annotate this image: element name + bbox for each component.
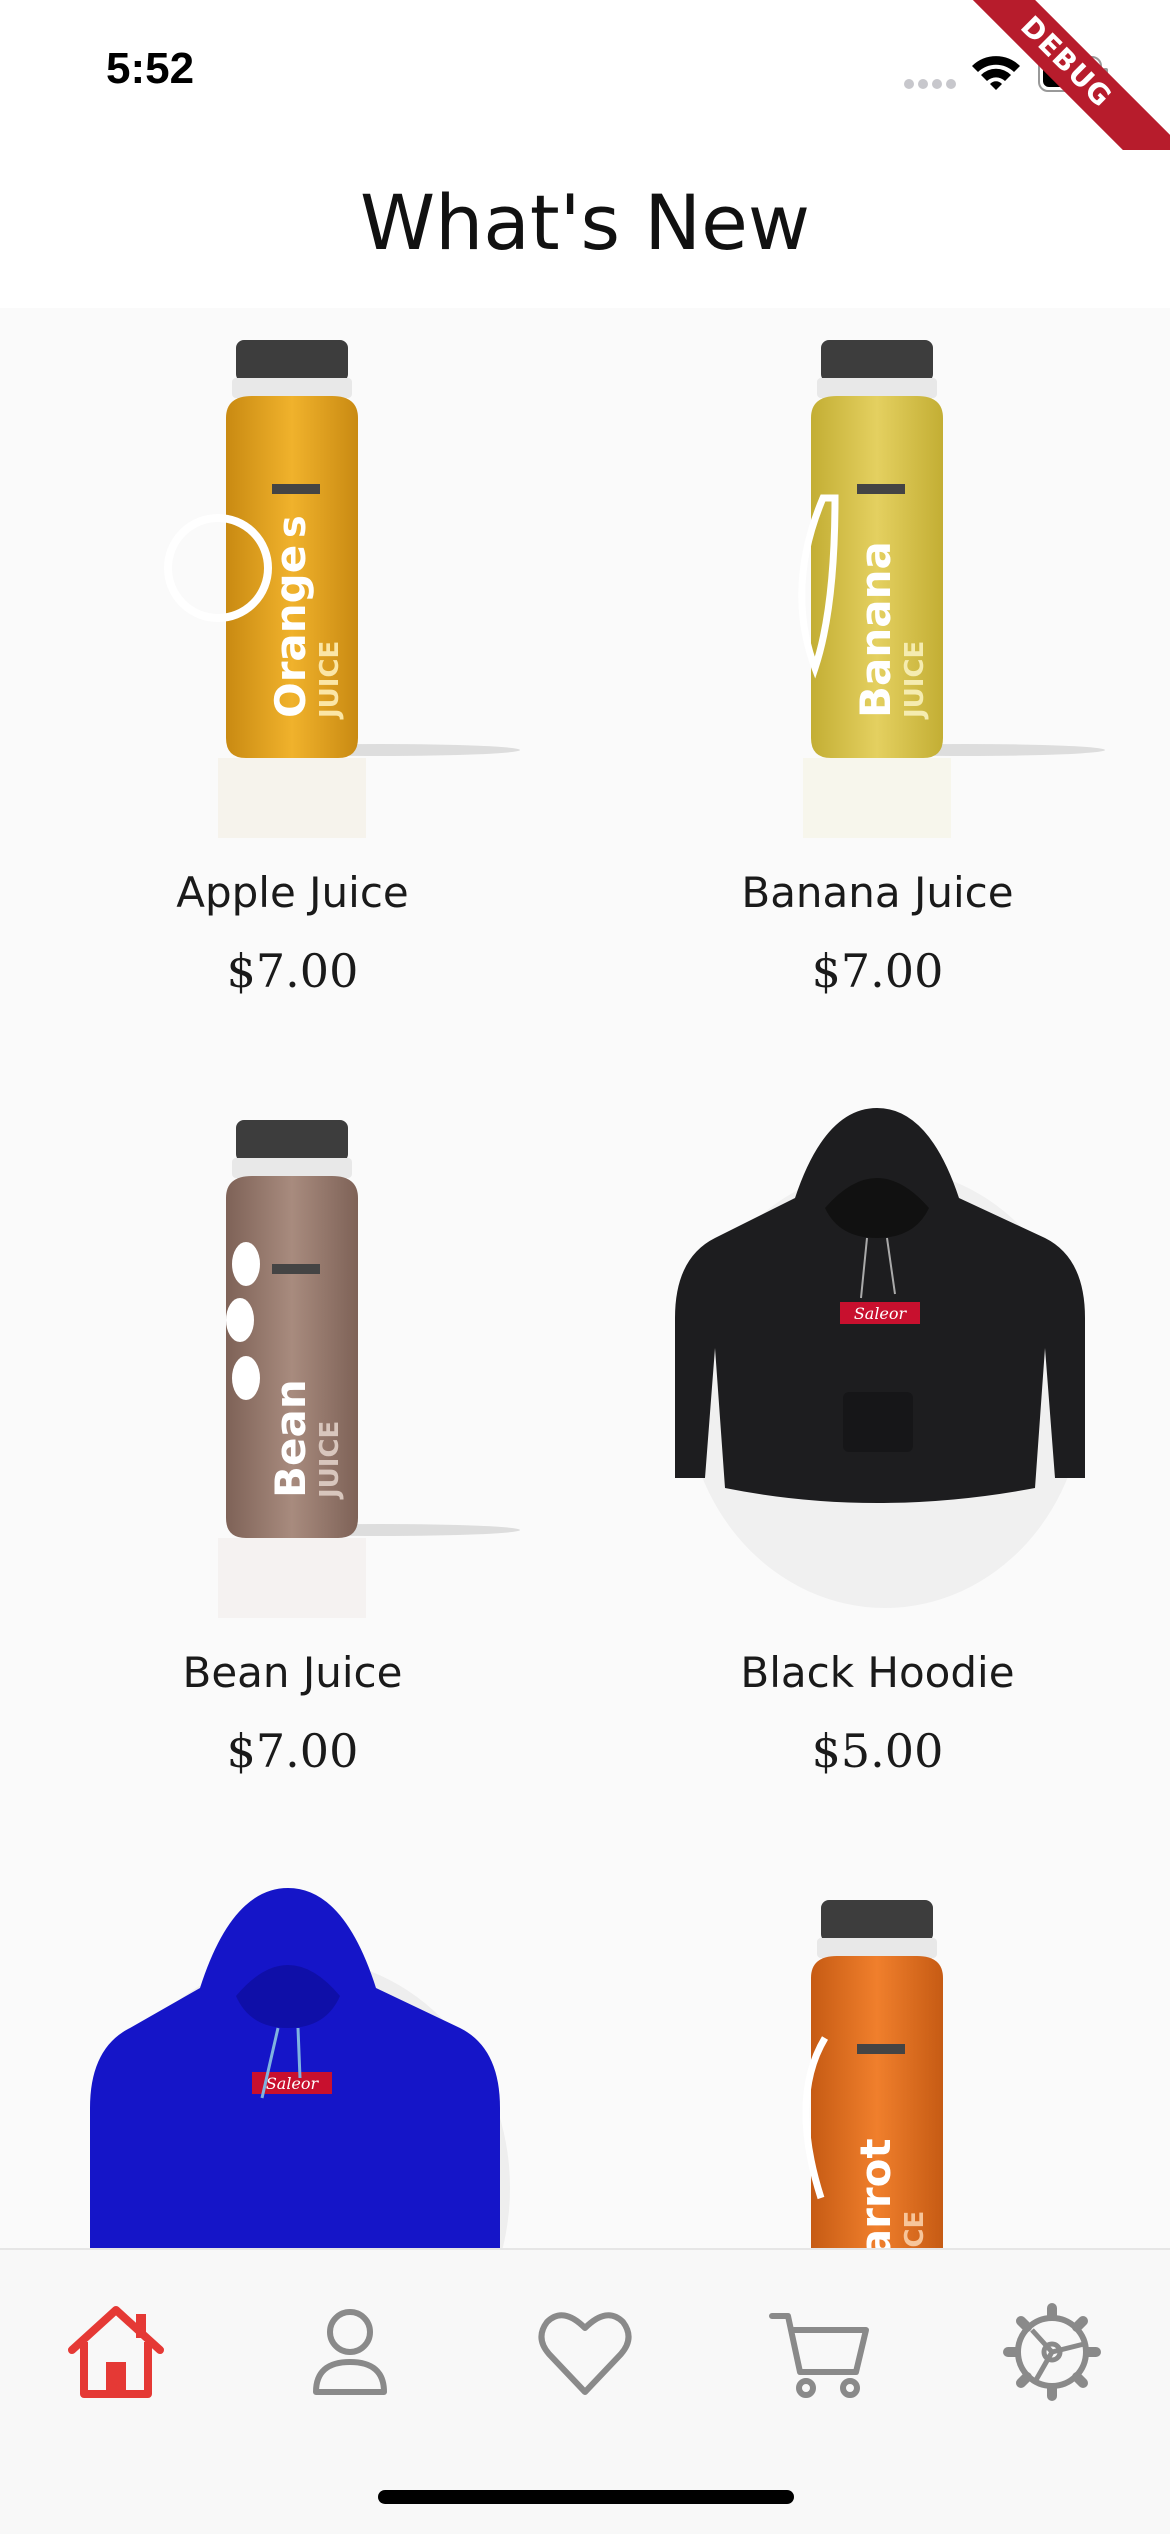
product-name: Banana Juice: [741, 868, 1014, 917]
bottle-label: Carrot: [851, 2138, 900, 2248]
cellular-signal-icon: [904, 79, 956, 89]
status-time: 5:52: [106, 44, 195, 93]
hoodie-black-image: Saleor: [675, 1108, 1085, 1608]
product-card[interactable]: Orange s JUICE Apple Juice $7.00: [0, 308, 585, 1088]
nav-settings[interactable]: [992, 2292, 1112, 2412]
heart-icon: [538, 2312, 632, 2395]
product-name: Bean Juice: [182, 1648, 403, 1697]
product-card[interactable]: Carrot JUICE: [585, 1868, 1170, 2248]
bottle-juice-label: JUICE: [900, 2211, 930, 2248]
product-price: $7.00: [226, 944, 359, 998]
bottle-juice-label: JUICE: [315, 641, 345, 720]
bottle-orange-image: Orange s JUICE: [164, 340, 520, 838]
home-indicator[interactable]: [378, 2490, 794, 2504]
product-card[interactable]: Banana JUICE Banana Juice $7.00: [585, 308, 1170, 1088]
nav-cart[interactable]: [760, 2292, 880, 2412]
wifi-icon: [972, 56, 1020, 90]
cart-icon: [769, 2313, 869, 2398]
product-grid: Orange s JUICE Apple Juice $7.00 Banana …: [0, 308, 1170, 2248]
hoodie-brand-label: Saleor: [854, 1304, 908, 1323]
product-price: $7.00: [811, 944, 944, 998]
bottle-banana-image: Banana JUICE: [798, 340, 1105, 838]
bottle-bean-image: Bean JUICE: [218, 1120, 520, 1618]
nav-profile[interactable]: [290, 2292, 410, 2412]
product-price: $7.00: [226, 1724, 359, 1778]
product-card[interactable]: Saleor: [0, 1868, 585, 2248]
user-icon: [313, 2309, 387, 2395]
bottle-juice-label: JUICE: [315, 1421, 345, 1500]
home-icon: [68, 2306, 164, 2398]
bottle-label: Bean: [266, 1379, 315, 1498]
bottle-s-mark: s: [270, 515, 314, 538]
hoodie-brand-label: Saleor: [266, 2074, 320, 2093]
status-bar: 5:52 DEBUG: [0, 0, 1170, 184]
bottle-label: Banana: [851, 541, 900, 718]
product-card[interactable]: Saleor Black Hoodie $5.00: [585, 1088, 1170, 1868]
bottle-juice-label: JUICE: [900, 641, 930, 720]
nav-favorites[interactable]: [525, 2292, 645, 2412]
product-price: $5.00: [811, 1724, 944, 1778]
bottle-label: Orange: [266, 545, 315, 718]
app-header: What's New: [0, 150, 1170, 308]
page-title: What's New: [359, 178, 811, 267]
settings-icon: [1003, 2303, 1101, 2401]
product-name: Black Hoodie: [740, 1648, 1015, 1697]
product-card[interactable]: Bean JUICE Bean Juice $7.00: [0, 1088, 585, 1868]
bottle-carrot-image: Carrot JUICE: [802, 1900, 943, 2248]
product-name: Apple Juice: [176, 868, 409, 917]
hoodie-blue-image: Saleor: [90, 1888, 510, 2248]
nav-home[interactable]: [56, 2292, 176, 2412]
